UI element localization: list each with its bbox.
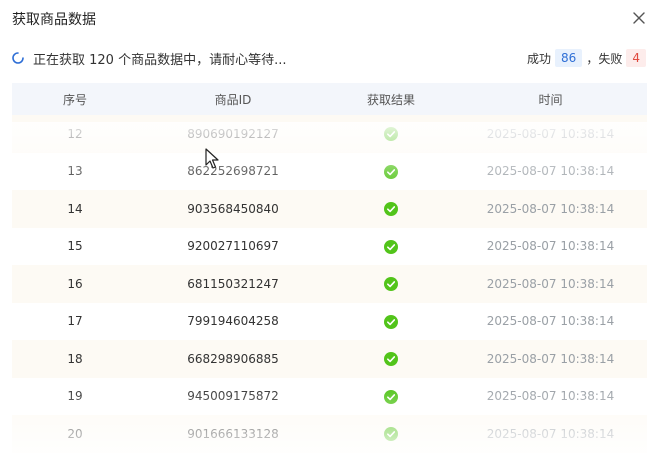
success-count-badge: 86 [555, 49, 583, 67]
header-product-id: 商品ID [214, 92, 252, 107]
success-check-icon [384, 352, 398, 366]
row-time: 2025-08-07 10:38:14 [486, 164, 615, 179]
row-time: 2025-08-07 10:38:14 [486, 239, 615, 254]
success-check-icon [384, 314, 398, 329]
header-index: 序号 [62, 92, 87, 107]
row-time: 2025-08-07 10:38:14 [486, 314, 615, 329]
row-product-id: 799194604258 [187, 314, 279, 329]
row-result [328, 314, 454, 329]
fail-label: 失败 [598, 51, 623, 66]
success-check-icon [384, 127, 398, 141]
header-time: 时间 [538, 92, 563, 107]
row-result [328, 277, 454, 291]
table-row: 17 799194604258 2025-08-07 10:38:14 [12, 303, 647, 341]
table-row: 14 903568450840 2025-08-07 10:38:14 [12, 190, 647, 228]
row-time: 2025-08-07 10:38:14 [486, 426, 615, 441]
table-row: 19 945009175872 2025-08-07 10:38:14 [12, 378, 647, 416]
status-bar: 正在获取 120 个商品数据中，请耐心等待... 成功 86 ， 失败 4 [12, 46, 646, 70]
table-row: 18 668298906885 2025-08-07 10:38:14 [12, 340, 647, 378]
row-result [328, 127, 454, 141]
fail-count-badge: 4 [626, 49, 646, 67]
row-result [328, 239, 454, 254]
row-product-id: 903568450840 [187, 201, 279, 216]
row-time: 2025-08-07 10:38:14 [486, 201, 615, 216]
row-index: 19 [67, 389, 83, 404]
row-time: 2025-08-07 10:38:14 [486, 351, 615, 366]
row-product-id: 901666133128 [187, 426, 279, 441]
row-time: 2025-08-07 10:38:14 [486, 389, 615, 404]
dialog-title: 获取商品数据 [12, 12, 96, 28]
table-row: 13 862252698721 2025-08-07 10:38:14 [12, 153, 647, 191]
row-result [328, 352, 454, 366]
table-row: 20 901666133128 2025-08-07 10:38:14 [12, 415, 647, 453]
row-result [328, 164, 454, 179]
stats-separator: ， [586, 51, 599, 66]
row-product-id: 920027110697 [187, 239, 279, 254]
success-check-icon [384, 277, 398, 291]
success-check-icon [384, 164, 398, 179]
close-icon[interactable] [632, 11, 646, 25]
row-index: 20 [67, 426, 83, 441]
results-table: 序号 商品ID 获取结果 时间 12 890690192127 2025-08-07… [12, 83, 647, 453]
success-label: 成功 [527, 51, 552, 66]
row-result [328, 389, 454, 404]
success-check-icon [384, 239, 398, 254]
row-result [328, 427, 454, 441]
row-index: 17 [67, 314, 83, 329]
row-product-id: 668298906885 [187, 351, 279, 366]
status-message: 正在获取 120 个商品数据中，请耐心等待... [33, 52, 287, 68]
row-index: 16 [67, 276, 83, 291]
table-row: 12 890690192127 2025-08-07 10:38:14 [12, 115, 647, 153]
table-row: 16 681150321247 2025-08-07 10:38:14 [12, 265, 647, 303]
success-check-icon [384, 389, 398, 404]
row-index: 18 [67, 351, 83, 366]
row-result [328, 202, 454, 216]
row-index: 12 [67, 126, 83, 141]
table-row: 15 920027110697 2025-08-07 10:38:14 [12, 228, 647, 266]
row-index: 13 [67, 164, 83, 179]
row-product-id: 890690192127 [187, 126, 279, 141]
row-product-id: 681150321247 [187, 276, 279, 291]
success-check-icon [384, 427, 398, 441]
fetch-products-dialog: 获取商品数据 正在获取 120 个商品数据中，请耐心等待... 成功 86 ， … [0, 0, 664, 456]
row-index: 15 [67, 239, 83, 254]
row-product-id: 945009175872 [187, 389, 279, 404]
row-time: 2025-08-07 10:38:14 [486, 126, 615, 141]
success-check-icon [384, 202, 398, 216]
row-index: 14 [67, 201, 83, 216]
result-stats: 成功 86 ， 失败 4 [527, 49, 646, 67]
loading-spinner-icon [12, 52, 24, 64]
table-header: 序号 商品ID 获取结果 时间 [12, 83, 647, 115]
header-result: 获取结果 [366, 92, 415, 107]
table-body[interactable]: 12 890690192127 2025-08-07 10:38:14 13 86225… [12, 115, 647, 453]
row-time: 2025-08-07 10:38:14 [486, 276, 615, 291]
row-product-id: 862252698721 [187, 164, 279, 179]
